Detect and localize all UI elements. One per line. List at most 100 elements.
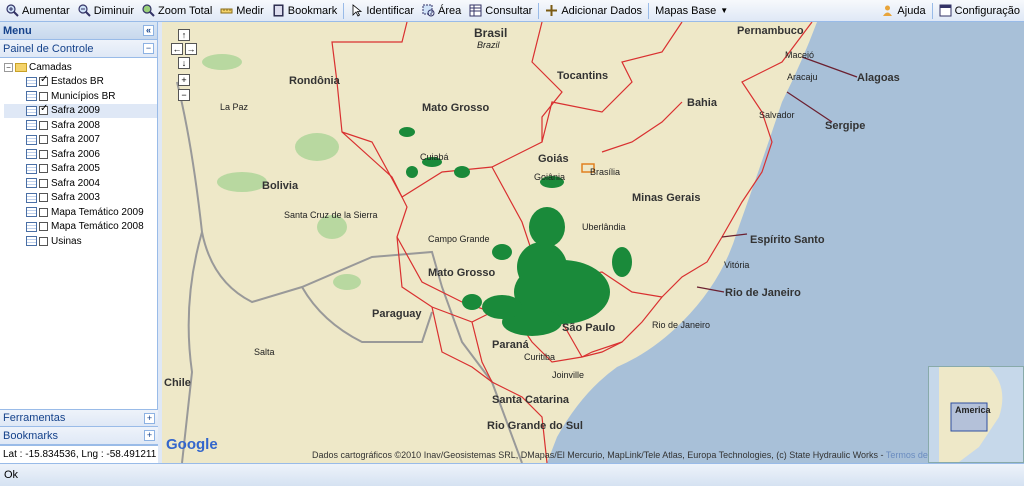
help-icon [881, 4, 894, 17]
layer-icon [26, 207, 37, 218]
collapse-icon[interactable]: − [143, 43, 154, 54]
layer-label: Mapa Temático 2009 [51, 206, 144, 218]
layer-checkbox[interactable] [39, 91, 48, 101]
layer-checkbox[interactable] [39, 103, 48, 116]
map-view[interactable]: ↑ ← → ↓ + − Brasil Brazil Bolivia Paragu… [162, 22, 1024, 463]
country-border [181, 231, 203, 463]
label-santa-cruz: Santa Cruz de la Sierra [284, 210, 378, 220]
map-canvas [176, 22, 1024, 463]
magnifier-plus-icon [6, 4, 19, 17]
layer-item-safra-2008[interactable]: Safra 2008 [4, 118, 157, 133]
label-uberlandia: Uberlândia [582, 222, 626, 232]
zoom-total-button[interactable]: Zoom Total [138, 1, 216, 21]
label-overview: America [955, 405, 991, 415]
identify-label: Identificar [366, 4, 415, 17]
sidebar-bottom: Ferramentas + Bookmarks + Lat : -15.8345… [0, 409, 158, 463]
book-icon [272, 4, 285, 17]
control-panel-header[interactable]: Painel de Controle − [0, 40, 157, 58]
layer-item-safra-2003[interactable]: Safra 2003 [4, 191, 157, 206]
label-rondonia: Rondônia [289, 75, 340, 87]
layer-label: Safra 2006 [51, 148, 100, 160]
tools-panel-header[interactable]: Ferramentas + [0, 409, 158, 427]
layer-item-mapa-2008[interactable]: Mapa Temático 2008 [4, 220, 157, 235]
zoom-out-label: Diminuir [93, 4, 135, 17]
query-button[interactable]: Consultar [465, 1, 536, 21]
label-campo-grande: Campo Grande [428, 234, 490, 244]
layers-root[interactable]: − Camadas [4, 60, 157, 75]
layer-label: Municípios BR [51, 90, 116, 102]
label-tocantins: Tocantins [557, 70, 609, 82]
zoom-in-button[interactable]: Aumentar [2, 1, 74, 21]
layer-item-municipios[interactable]: Municípios BR [4, 89, 157, 104]
layer-icon [26, 149, 37, 160]
add-data-label: Adicionar Dados [561, 4, 643, 17]
label-parana: Paraná [492, 339, 529, 351]
layer-item-safra-2007[interactable]: Safra 2007 [4, 133, 157, 148]
collapse-minus-icon[interactable]: − [4, 62, 13, 72]
layer-icon [26, 221, 37, 232]
toolbar-separator [648, 2, 650, 19]
label-salta: Salta [254, 347, 275, 357]
area-label: Área [438, 4, 462, 17]
layer-item-usinas[interactable]: Usinas [4, 234, 157, 249]
layer-checkbox[interactable] [39, 164, 48, 174]
layer-checkbox[interactable] [39, 135, 48, 145]
pan-left-icon[interactable]: ← [171, 43, 183, 55]
layer-tree: − Camadas Estados BR Municípios BR Safra… [0, 58, 157, 288]
add-data-button[interactable]: Adicionar Dados [541, 1, 646, 21]
label-rio-de-janeiro: Rio de Janeiro [652, 320, 711, 330]
zoom-out-button[interactable]: Diminuir [74, 1, 138, 21]
zoom-in-label: Aumentar [22, 4, 70, 17]
identify-button[interactable]: Identificar [346, 1, 418, 21]
area-button[interactable]: Área [418, 1, 465, 21]
layer-checkbox[interactable] [39, 149, 48, 159]
label-espirito-santo: Espírito Santo [750, 234, 825, 246]
bookmark-button[interactable]: Bookmark [268, 1, 342, 21]
layer-checkbox[interactable] [39, 120, 48, 130]
layer-checkbox[interactable] [39, 207, 48, 217]
park-area [333, 274, 361, 290]
bookmarks-panel-header[interactable]: Bookmarks + [0, 427, 158, 445]
pan-down-icon[interactable]: ↓ [178, 57, 190, 69]
ruler-icon [220, 4, 233, 17]
layer-item-safra-2009[interactable]: Safra 2009 [4, 103, 157, 118]
layer-checkbox[interactable] [39, 74, 48, 87]
label-vitoria: Vitória [724, 260, 750, 270]
folder-icon [15, 62, 27, 72]
layer-item-safra-2004[interactable]: Safra 2004 [4, 176, 157, 191]
label-brazil: Brazil [477, 40, 500, 50]
layer-checkbox[interactable] [39, 193, 48, 203]
label-salvador: Salvador [759, 110, 795, 120]
expand-plus-icon[interactable]: + [144, 413, 155, 424]
add-data-icon [545, 4, 558, 17]
pan-right-icon[interactable]: → [185, 43, 197, 55]
label-brasilia: Brasília [590, 167, 621, 177]
label-cuiaba: Cuiabá [420, 152, 449, 162]
layer-item-estados[interactable]: Estados BR [4, 74, 157, 90]
settings-button[interactable]: Configuração [935, 1, 1024, 21]
layer-checkbox[interactable] [39, 236, 48, 246]
measure-button[interactable]: Medir [216, 1, 268, 21]
layer-label: Safra 2008 [51, 119, 100, 131]
layer-checkbox[interactable] [39, 178, 48, 188]
layer-icon [26, 120, 37, 131]
layer-item-safra-2005[interactable]: Safra 2005 [4, 162, 157, 177]
pan-up-icon[interactable]: ↑ [178, 29, 190, 41]
zoom-in-map-icon[interactable]: + [178, 74, 190, 86]
help-button[interactable]: Ajuda [877, 1, 929, 21]
expand-plus-icon[interactable]: + [144, 430, 155, 441]
status-bar: Ok [0, 463, 1024, 486]
collapse-left-icon[interactable]: « [143, 25, 154, 36]
layer-item-mapa-2009[interactable]: Mapa Temático 2009 [4, 205, 157, 220]
layer-item-safra-2006[interactable]: Safra 2006 [4, 147, 157, 162]
overview-map[interactable]: America [928, 366, 1024, 463]
layer-checkbox[interactable] [39, 222, 48, 232]
base-maps-dropdown[interactable]: Mapas Base ▼ [651, 1, 732, 21]
layer-label: Safra 2007 [51, 134, 100, 146]
label-rio-callout: Rio de Janeiro [725, 287, 801, 299]
coordinate-readout: Lat : -15.834536, Lng : -58.491211 [0, 445, 158, 463]
layer-label: Usinas [51, 235, 82, 247]
label-mato-grosso: Mato Grosso [422, 102, 490, 114]
zoom-out-map-icon[interactable]: − [178, 89, 190, 101]
layer-label: Safra 2009 [51, 105, 100, 117]
